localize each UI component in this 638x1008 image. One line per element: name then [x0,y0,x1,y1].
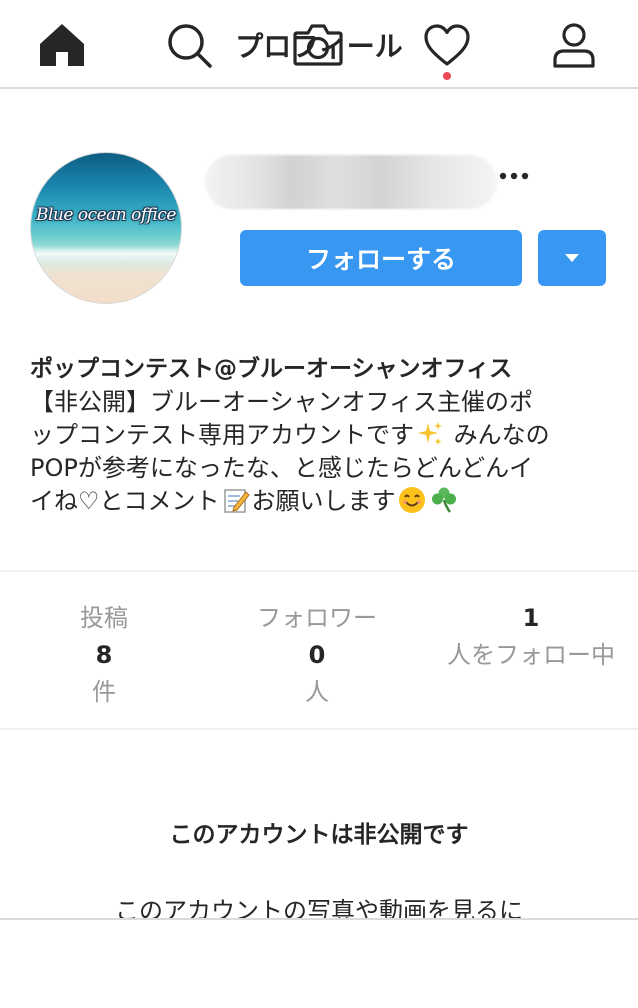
sparkles-icon [418,422,442,445]
bio-line: POPが参考になったな、と感じたらどんどんイ [30,454,534,482]
activity-notification-dot [443,72,451,80]
search-icon [168,24,212,68]
private-account-title: このアカウントは非公開です [169,822,469,848]
stat-label: 人をフォロー中 [447,641,615,669]
profile-bio: 【非公開】ブルーオーシャンオフィス主催のポ ップコンテスト専用アカウントです み… [30,386,614,518]
home-icon [40,24,84,66]
profile-display-name: ポップコンテスト@ブルーオーシャンオフィス [30,356,513,382]
username-blurred [205,155,497,209]
stat-label: 投稿 [80,604,128,632]
tab-search[interactable] [161,20,217,70]
stat-unit: 件 [92,678,116,706]
stat-unit: 人 [305,678,329,706]
follow-button[interactable]: フォローする [240,230,522,286]
profile-icon [553,23,595,68]
smile-icon [398,487,425,513]
tab-home[interactable] [34,20,90,70]
caret-down-icon [565,254,579,262]
suggested-dropdown-button[interactable] [538,230,606,286]
camera-icon [293,24,343,66]
follow-button-label: フォローする [305,245,456,274]
more-dots-icon[interactable] [497,162,531,190]
stat-posts[interactable]: 投稿 8 件 [44,600,164,711]
tab-activity[interactable] [419,20,475,70]
profile-stats: 投稿 8 件 フォロワー 0 人 1 人をフォロー中 [0,570,638,730]
profile-avatar[interactable]: Blue ocean office [30,152,182,304]
stat-value: 8 [95,641,113,669]
bio-line: 【非公開】ブルーオーシャンオフィス主催のポ [30,388,534,416]
private-account-description: このアカウントの写真や動画を見るに [115,897,523,919]
clover-icon [431,487,456,513]
stat-label: フォロワー [257,604,377,632]
stat-value: 0 [308,641,326,669]
stat-value: 1 [522,604,540,632]
heart-icon [424,24,470,66]
bio-line: ップコンテスト専用アカウントです みんなの [30,421,550,449]
tab-profile[interactable] [546,20,602,70]
avatar-logo-text: Blue ocean office [36,205,176,225]
avatar-wave-decoration [31,245,181,263]
stat-following[interactable]: 1 人をフォロー中 [430,600,632,674]
bottom-tab-bar [0,918,638,1008]
memo-icon [223,489,250,513]
tab-camera[interactable] [290,20,346,70]
stat-followers[interactable]: フォロワー 0 人 [237,600,397,711]
bio-line: イね♡とコメント お願いします [30,485,614,518]
